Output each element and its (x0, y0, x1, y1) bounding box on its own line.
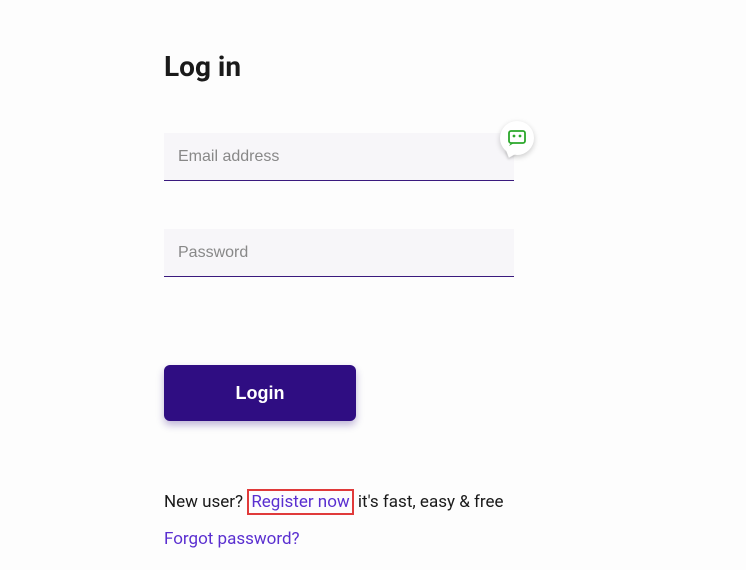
register-link[interactable]: Register now (247, 489, 353, 515)
page-title: Log in (164, 50, 544, 83)
footer: New user? Register now it's fast, easy &… (164, 489, 544, 549)
login-button[interactable]: Login (164, 365, 356, 421)
chatbot-button[interactable] (500, 121, 534, 155)
new-user-pre: New user? (164, 492, 247, 512)
email-input[interactable] (164, 133, 514, 181)
chatbot-icon (508, 130, 526, 146)
email-field-wrap (164, 133, 544, 181)
forgot-password-link[interactable]: Forgot password? (164, 529, 300, 549)
new-user-line: New user? Register now it's fast, easy &… (164, 489, 544, 515)
password-input[interactable] (164, 229, 514, 277)
password-field-wrap (164, 229, 544, 277)
new-user-post: it's fast, easy & free (354, 492, 504, 512)
